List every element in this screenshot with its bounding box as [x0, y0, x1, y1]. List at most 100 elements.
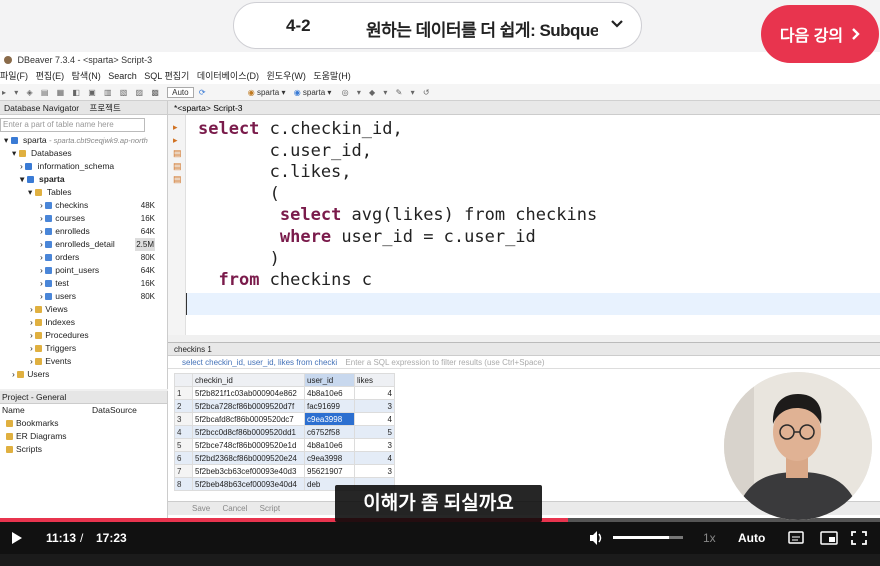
tree-table[interactable]: › courses 16K: [0, 212, 167, 225]
navigator-tabs: Database Navigator 프로젝트: [0, 101, 167, 115]
tree-table[interactable]: › users 80K: [0, 290, 167, 303]
tree-folder[interactable]: › Indexes: [0, 316, 167, 329]
folder-icon: [35, 332, 43, 339]
expand-icon[interactable]: ›: [40, 278, 43, 288]
tab-database-navigator[interactable]: Database Navigator: [4, 103, 79, 113]
tree-table[interactable]: › enrolleds 64K: [0, 225, 167, 238]
table-row[interactable]: 2 5f2bca728cf86b0009520d7f fac91699 3: [174, 399, 395, 413]
tree-users[interactable]: › Users: [0, 368, 167, 381]
fullscreen-icon[interactable]: [851, 522, 867, 554]
toolbar-icons[interactable]: ▸ ▾ ◈ ▤ ▦ ◧ ▣ ▥ ▧ ▨ ▩: [2, 88, 162, 97]
tree-table[interactable]: › point_users 64K: [0, 264, 167, 277]
volume-icon[interactable]: [589, 522, 605, 554]
refresh-icon[interactable]: ⟳: [199, 88, 206, 97]
speed-button[interactable]: 1x: [703, 522, 716, 554]
menu-database[interactable]: 데이터베이스(D): [197, 71, 259, 81]
tree-folder[interactable]: › Events: [0, 355, 167, 368]
expand-icon[interactable]: ›: [40, 213, 43, 223]
tree-folder[interactable]: › Procedures: [0, 329, 167, 342]
menu-window[interactable]: 윈도우(W): [267, 71, 306, 81]
schema-icon: ◉: [293, 88, 301, 97]
expand-icon[interactable]: ▾: [4, 135, 8, 145]
table-row[interactable]: 7 5f2beb3cb63cef00093e40d3 95621907 3: [174, 464, 395, 478]
project-title[interactable]: Project - General: [0, 391, 167, 404]
play-icon[interactable]: [10, 522, 24, 554]
lesson-selector[interactable]: 4-2 원하는 데이터를 더 쉽게: Subquery: [233, 2, 642, 49]
tree-schema[interactable]: › information_schema: [0, 160, 167, 173]
menu-search[interactable]: Search: [108, 71, 137, 81]
menu-help[interactable]: 도움말(H): [313, 71, 350, 81]
tree-connection[interactable]: ▾ sparta - sparta.cbt9ceqjwk9.ap-north: [0, 134, 167, 147]
folder-label: Procedures: [45, 330, 89, 340]
tree-table[interactable]: › enrolleds_detail 2.5M: [0, 238, 167, 251]
menu-file[interactable]: 파일(F): [0, 71, 28, 81]
tree-folder[interactable]: › Triggers: [0, 342, 167, 355]
cancel-button[interactable]: Cancel: [222, 504, 247, 513]
table-row[interactable]: 6 5f2bd2368cf86b0009520e24 c9ea3998 4: [174, 451, 395, 465]
tree-table[interactable]: › checkins 48K: [0, 199, 167, 212]
expand-icon[interactable]: ›: [40, 291, 43, 301]
table-filter-input[interactable]: Enter a part of table name here: [0, 118, 145, 132]
expand-icon[interactable]: ›: [30, 317, 33, 327]
sql-code[interactable]: select c.checkin_id, c.user_id, c.likes,…: [198, 119, 597, 292]
connection-select[interactable]: ◉ sparta ▾: [248, 88, 288, 97]
commit-mode-select[interactable]: Auto: [167, 87, 194, 98]
column-header[interactable]: likes: [354, 373, 395, 387]
selected-cell[interactable]: c9ea3998: [304, 412, 355, 426]
schema-select[interactable]: ◉ sparta ▾: [294, 88, 334, 97]
sql-editor[interactable]: ▸ ▸ ▤ ▤ ▤ select c.checkin_id, c.user_id, c.…: [168, 115, 880, 335]
expand-icon[interactable]: ›: [20, 161, 23, 171]
tree-folder[interactable]: › Views: [0, 303, 167, 316]
results-filter[interactable]: select checkin_id, user_id, likes from c…: [168, 356, 880, 369]
script-button[interactable]: Script: [260, 504, 280, 513]
expand-icon[interactable]: ▾: [28, 187, 32, 197]
expand-icon[interactable]: ›: [40, 265, 43, 275]
chevron-down-icon[interactable]: [603, 11, 631, 39]
toolbar-icons-right[interactable]: ◎ ▾ ◆ ▾ ✎ ▾ ↺: [342, 88, 433, 97]
project-item[interactable]: Scripts: [0, 443, 167, 456]
users-label: Users: [27, 369, 50, 379]
next-lesson-button[interactable]: 다음 강의: [761, 5, 879, 63]
tree-table[interactable]: › orders 80K: [0, 251, 167, 264]
menu-navigate[interactable]: 탐색(N): [72, 71, 101, 81]
expand-icon[interactable]: ›: [40, 200, 43, 210]
tab-results[interactable]: checkins 1: [174, 345, 212, 354]
column-header[interactable]: checkin_id: [192, 373, 305, 387]
expand-icon[interactable]: ›: [40, 226, 43, 236]
volume-slider[interactable]: [613, 536, 683, 539]
expand-icon[interactable]: ›: [30, 343, 33, 353]
subtitles-icon[interactable]: [788, 522, 804, 554]
run-icon[interactable]: ▸ ▸ ▤ ▤ ▤: [168, 115, 185, 186]
table-row[interactable]: 3 5f2bcafd8cf86b0009520dc7 c9ea3998 4: [174, 412, 395, 426]
expand-icon[interactable]: ▾: [12, 148, 16, 158]
folder-icon: [35, 306, 43, 313]
column-header[interactable]: user_id: [304, 373, 355, 387]
expand-icon[interactable]: ›: [30, 330, 33, 340]
expand-icon[interactable]: ›: [40, 252, 43, 262]
table-row[interactable]: 5 5f2bce748cf86b0009520e1d 4b8a10e6 3: [174, 438, 395, 452]
tab-project[interactable]: 프로젝트: [90, 103, 121, 113]
tab-script[interactable]: *<sparta> Script-3: [174, 103, 243, 113]
menu-sql-editor[interactable]: SQL 편집기: [144, 71, 189, 81]
expand-icon[interactable]: ›: [40, 239, 43, 249]
dbeaver-logo-icon: [4, 56, 12, 64]
tree-databases[interactable]: ▾ Databases: [0, 147, 167, 160]
project-item[interactable]: Bookmarks: [0, 417, 167, 430]
filter-hint[interactable]: Enter a SQL expression to filter results…: [345, 358, 544, 367]
project-item[interactable]: ER Diagrams: [0, 430, 167, 443]
table-row[interactable]: 1 5f2b821f1c03ab000904e862 4b8a10e6 4: [174, 386, 395, 400]
tree-table[interactable]: › test 16K: [0, 277, 167, 290]
save-button[interactable]: Save: [192, 504, 210, 513]
pip-icon[interactable]: [820, 522, 838, 554]
expand-icon[interactable]: ›: [30, 356, 33, 366]
schema-label: sparta: [302, 88, 326, 97]
quality-button[interactable]: Auto: [738, 522, 765, 554]
table-row[interactable]: 4 5f2bcc0d8cf86b0009520dd1 c6752f58 5: [174, 425, 395, 439]
code-line: ): [198, 248, 280, 269]
tree-schema[interactable]: ▾ sparta: [0, 173, 167, 186]
tree-tables[interactable]: ▾ Tables: [0, 186, 167, 199]
expand-icon[interactable]: ›: [30, 304, 33, 314]
menu-edit[interactable]: 편집(E): [36, 71, 65, 81]
expand-icon[interactable]: ▾: [20, 174, 24, 184]
expand-icon[interactable]: ›: [12, 369, 15, 379]
